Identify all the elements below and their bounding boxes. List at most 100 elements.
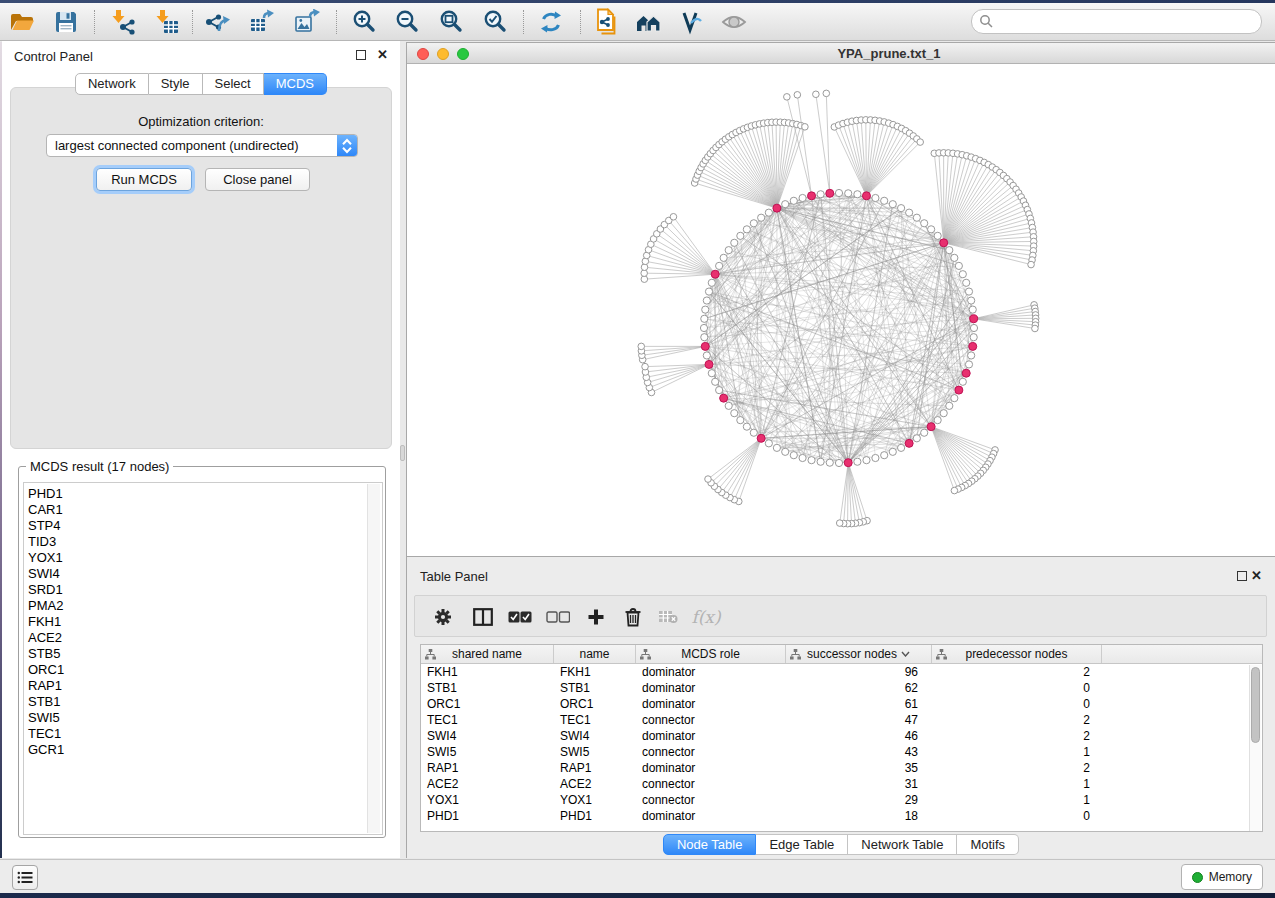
select-all-checkboxes-icon[interactable] [507, 605, 533, 629]
table-row[interactable]: FKH1FKH1dominator962 [421, 664, 1262, 680]
export-image-icon[interactable] [293, 8, 321, 36]
search-input[interactable] [994, 14, 1261, 29]
cell-MCDS-role: dominator [636, 728, 786, 744]
tab-select[interactable]: Select [203, 73, 264, 95]
deselect-all-checkboxes-icon[interactable] [545, 605, 571, 629]
cell-successor-nodes: 43 [786, 744, 932, 760]
cell-successor-nodes: 35 [786, 760, 932, 776]
import-table-icon[interactable] [153, 8, 181, 36]
table-row[interactable]: STB1STB1dominator620 [421, 680, 1262, 696]
mcds-result-item[interactable]: FKH1 [24, 614, 382, 630]
column-header-MCDS-role[interactable]: MCDS role [636, 645, 786, 663]
table-row[interactable]: RAP1RAP1dominator352 [421, 760, 1262, 776]
cell-name: STB1 [554, 680, 636, 696]
export-network-icon[interactable] [204, 8, 232, 36]
mcds-result-item[interactable]: ACE2 [24, 630, 382, 646]
column-header-shared-name[interactable]: shared name [421, 645, 554, 663]
apply-function-icon[interactable]: f(x) [693, 605, 719, 629]
column-layout-icon[interactable] [470, 605, 496, 629]
mcds-result-title: MCDS result (17 nodes) [26, 459, 173, 474]
cell-shared-name: SWI4 [421, 728, 554, 744]
close-panel-button[interactable]: Close panel [205, 168, 310, 191]
cell-shared-name: SWI5 [421, 744, 554, 760]
cell-name: ORC1 [554, 696, 636, 712]
mcds-result-item[interactable]: YOX1 [24, 550, 382, 566]
tab-motifs[interactable]: Motifs [957, 834, 1019, 855]
mcds-result-item[interactable]: SWI4 [24, 566, 382, 582]
export-table-icon[interactable] [248, 8, 276, 36]
open-file-icon[interactable] [8, 8, 36, 36]
mcds-result-item[interactable]: TID3 [24, 534, 382, 550]
cell-name: PHD1 [554, 808, 636, 824]
table-row[interactable]: TEC1TEC1connector472 [421, 712, 1262, 728]
tab-edge-table[interactable]: Edge Table [756, 834, 848, 855]
tab-network[interactable]: Network [75, 73, 149, 95]
tab-network-table[interactable]: Network Table [848, 834, 957, 855]
column-header-predecessor-nodes[interactable]: predecessor nodes [932, 645, 1102, 663]
cell-name: ACE2 [554, 776, 636, 792]
table-scrollbar-thumb[interactable] [1251, 667, 1260, 743]
hide-details-eye-icon[interactable] [720, 8, 748, 36]
minimize-window-icon[interactable] [437, 48, 449, 60]
mcds-result-item[interactable]: RAP1 [24, 678, 382, 694]
status-bar: Memory [0, 859, 1275, 893]
task-history-button[interactable] [12, 865, 38, 890]
mcds-result-item[interactable]: TEC1 [24, 726, 382, 742]
mcds-result-list[interactable]: PHD1CAR1STP4TID3YOX1SWI4SRD1PMA2FKH1ACE2… [23, 482, 383, 835]
zoom-selected-icon[interactable] [481, 8, 509, 36]
mcds-result-item[interactable]: STB5 [24, 646, 382, 662]
mcds-result-item[interactable]: CAR1 [24, 502, 382, 518]
mcds-result-item[interactable]: GCR1 [24, 742, 382, 758]
mcds-result-item[interactable]: ORC1 [24, 662, 382, 678]
mcds-result-item[interactable]: SRD1 [24, 582, 382, 598]
import-network-icon[interactable] [109, 8, 137, 36]
graphics-details-icon[interactable] [677, 8, 705, 36]
save-icon[interactable] [52, 8, 80, 36]
duplicate-network-icon[interactable] [593, 8, 621, 36]
zoom-out-icon[interactable] [393, 8, 421, 36]
column-header-name[interactable]: name [554, 645, 636, 663]
tab-mcds[interactable]: MCDS [264, 73, 327, 95]
cell-predecessor-nodes: 1 [932, 744, 1102, 760]
cell-shared-name: STB1 [421, 680, 554, 696]
settings-gear-icon[interactable] [430, 605, 456, 629]
zoom-in-icon[interactable] [350, 8, 378, 36]
refresh-layout-icon[interactable] [537, 8, 565, 36]
mcds-result-item[interactable]: STP4 [24, 518, 382, 534]
cell-successor-nodes: 96 [786, 664, 932, 680]
table-row[interactable]: YOX1YOX1connector291 [421, 792, 1262, 808]
table-scrollbar[interactable] [1249, 665, 1261, 831]
control-panel: Control Panel ✕ NetworkStyleSelectMCDS O… [2, 41, 400, 858]
table-row[interactable]: ACE2ACE2connector311 [421, 776, 1262, 792]
cell-name: RAP1 [554, 760, 636, 776]
column-header-successor-nodes[interactable]: successor nodes [786, 645, 932, 663]
mcds-list-scrollbar[interactable] [367, 484, 380, 833]
home-icon[interactable] [635, 8, 663, 36]
main-toolbar [0, 3, 1275, 41]
table-row[interactable]: SWI4SWI4dominator462 [421, 728, 1262, 744]
run-mcds-button[interactable]: Run MCDS [96, 168, 192, 191]
delete-column-icon[interactable] [620, 605, 646, 629]
add-column-icon[interactable] [583, 605, 609, 629]
tab-node-table[interactable]: Node Table [663, 834, 757, 855]
clear-table-icon[interactable] [655, 605, 681, 629]
close-table-panel-icon[interactable]: ✕ [1251, 568, 1262, 583]
mcds-result-item[interactable]: PHD1 [24, 486, 382, 502]
float-table-panel-icon[interactable] [1237, 571, 1247, 581]
splitter-handle[interactable] [400, 445, 405, 461]
zoom-fit-icon[interactable] [437, 8, 465, 36]
optimization-criterion-select[interactable]: largest connected component (undirected) [46, 134, 358, 157]
mcds-result-item[interactable]: SWI5 [24, 710, 382, 726]
memory-button[interactable]: Memory [1181, 864, 1263, 890]
cell-MCDS-role: dominator [636, 760, 786, 776]
table-row[interactable]: ORC1ORC1dominator610 [421, 696, 1262, 712]
mcds-result-item[interactable]: PMA2 [24, 598, 382, 614]
table-row[interactable]: PHD1PHD1dominator180 [421, 808, 1262, 824]
network-canvas[interactable] [407, 64, 1275, 557]
float-window-icon[interactable] [356, 50, 366, 60]
mcds-result-item[interactable]: STB1 [24, 694, 382, 710]
close-panel-icon[interactable]: ✕ [377, 47, 388, 62]
tab-style[interactable]: Style [149, 73, 203, 95]
table-row[interactable]: SWI5SWI5connector431 [421, 744, 1262, 760]
close-window-icon[interactable] [417, 48, 429, 60]
